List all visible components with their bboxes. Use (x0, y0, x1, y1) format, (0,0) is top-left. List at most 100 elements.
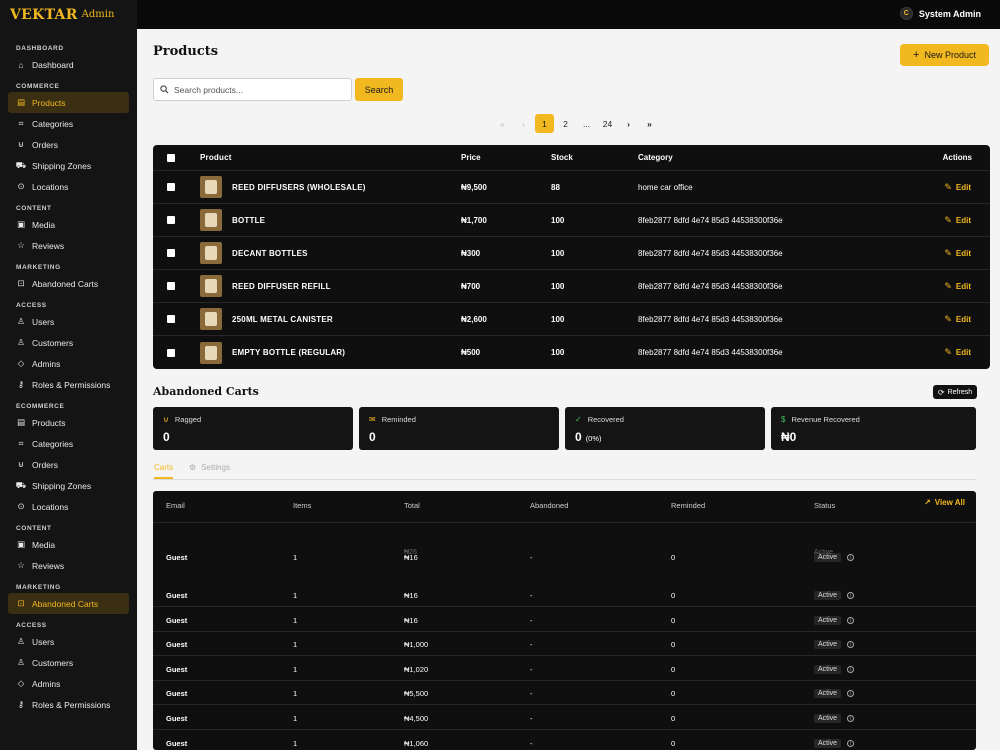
sidebar-item-label: Reviews (32, 240, 65, 251)
sidebar-item-admins[interactable]: ◇ Admins (8, 353, 129, 374)
table-row[interactable]: REED DIFFUSER REFILL ₦700 100 8feb2877 8dfd… (153, 270, 990, 303)
sidebar-item-categories[interactable]: ⌗ Categories (8, 433, 129, 454)
table-row[interactable]: Guest 1 ₦1,020 - 0 Active i (153, 657, 976, 681)
table-row[interactable]: Guest 1 ₦1,060 - 0 Active i (153, 731, 976, 750)
col-items: Items (293, 501, 312, 510)
sidebar-item-products[interactable]: ▤ Products (8, 412, 129, 433)
stat-label-text: Reminded (381, 415, 416, 424)
sidebar-item-orders[interactable]: ⊍ Orders (8, 134, 129, 155)
sidebar-item-dashboard[interactable]: ⌂ Dashboard (8, 54, 129, 75)
col-stock: Stock (551, 153, 573, 162)
cart-abandoned: - (530, 714, 533, 723)
sidebar-item-locations[interactable]: ⊙ Locations (8, 176, 129, 197)
pager-page[interactable]: 2 (556, 114, 575, 133)
table-row[interactable]: Guest 1 ₦16 - 0 Active i (153, 608, 976, 632)
product-stock: 100 (551, 215, 565, 225)
info-icon[interactable]: i (847, 617, 855, 624)
refresh-button[interactable]: ⟳ Refresh (933, 385, 977, 399)
sidebar-section-ecommerce: ECOMMERCE (16, 403, 65, 410)
users-icon: ♙ (17, 337, 25, 347)
sidebar-item-products[interactable]: ▤ Products (8, 92, 129, 113)
cart-total: ₦1,000 (404, 640, 429, 649)
pager-next-button[interactable]: » (640, 114, 659, 133)
row-checkbox[interactable] (167, 216, 175, 224)
sidebar-item-orders[interactable]: ⊍ Orders (8, 454, 129, 475)
sidebar-item-customers[interactable]: ♙ Customers (8, 332, 129, 353)
sidebar-item-reviews[interactable]: ☆ Reviews (8, 555, 129, 576)
sidebar-item-users[interactable]: ♙ Users (8, 311, 129, 332)
sidebar-item-media[interactable]: ▣ Media (8, 214, 129, 235)
table-row[interactable]: 250ML METAL CANISTER ₦2,600 100 8feb2877 8d… (153, 303, 990, 336)
tab-settings[interactable]: ⚙ Settings (189, 463, 230, 472)
box-icon: ▤ (16, 417, 26, 427)
sidebar-item-admins[interactable]: ◇ Admins (8, 673, 129, 694)
row-checkbox[interactable] (167, 183, 175, 191)
sidebar-item-shipping-zones[interactable]: ⛟ Shipping Zones (8, 475, 129, 496)
sidebar-item-users[interactable]: ♙ Users (8, 631, 129, 652)
main-content: Products + New Product Search «‹12...24›… (137, 29, 1000, 750)
table-row[interactable]: EMPTY BOTTLE (REGULAR) ₦500 100 8feb2877 8d… (153, 336, 990, 369)
info-icon[interactable]: i (847, 740, 855, 747)
cart-status: Active i (814, 739, 855, 748)
status-badge: Active (814, 739, 842, 748)
search-field[interactable] (153, 78, 352, 101)
new-product-button[interactable]: + New Product (900, 44, 989, 66)
pager-page[interactable]: ... (577, 114, 596, 133)
edit-button[interactable]: ✎ Edit (944, 215, 971, 226)
sidebar-item-customers[interactable]: ♙ Customers (8, 652, 129, 673)
sidebar-item-abandoned-carts[interactable]: ⊡ Abandoned Carts (8, 273, 129, 294)
table-row[interactable]: DECANT BOTTLES ₦300 100 8feb2877 8dfd 4e74 … (153, 237, 990, 270)
table-row[interactable]: Guest 1 ₦5,500 - 0 Active i (153, 681, 976, 705)
row-checkbox[interactable] (167, 249, 175, 257)
search-button[interactable]: Search (355, 78, 403, 101)
search-input[interactable] (174, 84, 344, 95)
info-icon[interactable]: i (847, 641, 855, 648)
sidebar-item-categories[interactable]: ⌗ Categories (8, 113, 129, 134)
select-all-checkbox[interactable] (167, 153, 175, 162)
sidebar-item-locations[interactable]: ⊙ Locations (8, 496, 129, 517)
edit-button[interactable]: ✎ Edit (944, 182, 971, 193)
sidebar-item-media[interactable]: ▣ Media (8, 534, 129, 555)
mail-icon: ✉ (369, 415, 376, 424)
sidebar-item-abandoned-carts[interactable]: ⊡ Abandoned Carts (8, 593, 129, 614)
table-row[interactable]: Guest 1 ₦16 - 0 Active i (153, 583, 976, 607)
info-icon[interactable]: i (847, 715, 855, 722)
edit-button[interactable]: ✎ Edit (944, 248, 971, 259)
info-icon[interactable]: i (847, 690, 855, 697)
table-row[interactable]: REED DIFFUSERS (WHOLESALE) ₦9,500 88 home c… (153, 171, 990, 204)
product-stock: 88 (551, 182, 560, 192)
sidebar-item-shipping-zones[interactable]: ⛟ Shipping Zones (8, 155, 129, 176)
table-row[interactable]: Guest 1 ₦4,500 - 0 Active i (153, 706, 976, 730)
row-checkbox[interactable] (167, 282, 175, 290)
pager-prev-button[interactable]: ‹ (514, 114, 533, 133)
table-row[interactable]: BOTTLE ₦1,700 100 8feb2877 8dfd 4e74 85d3 4… (153, 204, 990, 237)
cart-abandoned: - (530, 739, 533, 748)
brand[interactable]: VEKTAR Admin (0, 0, 137, 29)
row-checkbox[interactable] (167, 315, 175, 323)
edit-button[interactable]: ✎ Edit (944, 314, 971, 325)
pager-next-button[interactable]: › (619, 114, 638, 133)
pager-page[interactable]: 24 (598, 114, 617, 133)
row-checkbox[interactable] (167, 348, 175, 357)
product-cell: REED DIFFUSERS (WHOLESALE) (200, 176, 366, 198)
abandoned-carts-title: Abandoned Carts (153, 385, 259, 398)
stat-value-number: ₦0 (781, 430, 797, 444)
edit-button[interactable]: ✎ Edit (944, 281, 971, 292)
sidebar-item-roles-permissions[interactable]: ⚷ Roles & Permissions (8, 374, 129, 395)
sidebar-item-reviews[interactable]: ☆ Reviews (8, 235, 129, 256)
sidebar-item-roles-permissions[interactable]: ⚷ Roles & Permissions (8, 694, 129, 715)
stat-value: ₦0 (781, 430, 796, 444)
user-menu[interactable]: C System Admin (899, 7, 981, 20)
edit-icon: ✎ (944, 247, 952, 258)
info-icon[interactable]: i (847, 666, 855, 673)
status-badge: Active (814, 714, 842, 723)
table-row[interactable]: Guest 1 ₦1,000 - 0 Active i (153, 632, 976, 656)
image-icon: ▣ (16, 219, 26, 229)
tab-carts[interactable]: Carts (154, 463, 174, 479)
pager-page[interactable]: 1 (535, 114, 554, 133)
info-icon[interactable]: i (847, 592, 855, 599)
stat-value: 0 (0%) (575, 430, 602, 444)
pager-prev-button[interactable]: « (493, 114, 512, 133)
edit-button[interactable]: ✎ Edit (944, 347, 971, 358)
cart-icon: ⊍ (17, 139, 25, 149)
